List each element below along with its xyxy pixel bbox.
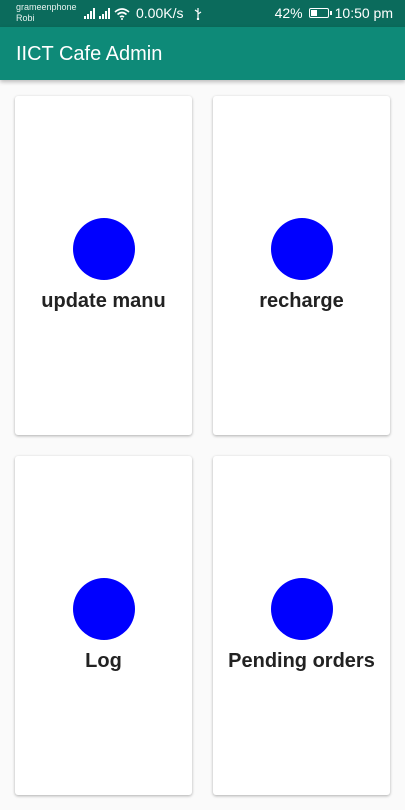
- circle-icon: [271, 218, 333, 280]
- battery-percent: 42%: [274, 5, 303, 21]
- update-menu-card[interactable]: update manu: [15, 96, 192, 435]
- signal-icon: [99, 7, 110, 19]
- app-bar: IICT Cafe Admin: [0, 27, 405, 80]
- circle-icon: [73, 218, 135, 280]
- clock: 10:50 pm: [334, 5, 393, 21]
- card-label: Log: [85, 650, 122, 672]
- card-label: Pending orders: [228, 650, 375, 672]
- circle-icon: [73, 578, 135, 640]
- wifi-icon: [114, 7, 130, 20]
- app-title: IICT Cafe Admin: [16, 43, 163, 65]
- carrier-name-2: Robi: [16, 13, 35, 23]
- circle-icon: [271, 578, 333, 640]
- signal-icon: [84, 7, 95, 19]
- pending-orders-card[interactable]: Pending orders: [213, 456, 390, 795]
- log-card[interactable]: Log: [15, 456, 192, 795]
- carrier-name-1: grameenphone: [16, 2, 77, 12]
- battery-charging-icon: [308, 8, 332, 18]
- carrier-info: grameenphone Robi: [16, 2, 77, 24]
- status-icons-left: 0.00K/s: [84, 5, 203, 21]
- status-bar: grameenphone Robi 0.00K/s 42% 10:50 pm: [0, 0, 405, 27]
- card-label: recharge: [259, 290, 344, 312]
- card-label: update manu: [41, 290, 166, 312]
- network-speed: 0.00K/s: [136, 5, 184, 21]
- recharge-card[interactable]: recharge: [213, 96, 390, 435]
- usb-icon: [195, 7, 202, 20]
- status-icons-right: 42% 10:50 pm: [275, 5, 393, 21]
